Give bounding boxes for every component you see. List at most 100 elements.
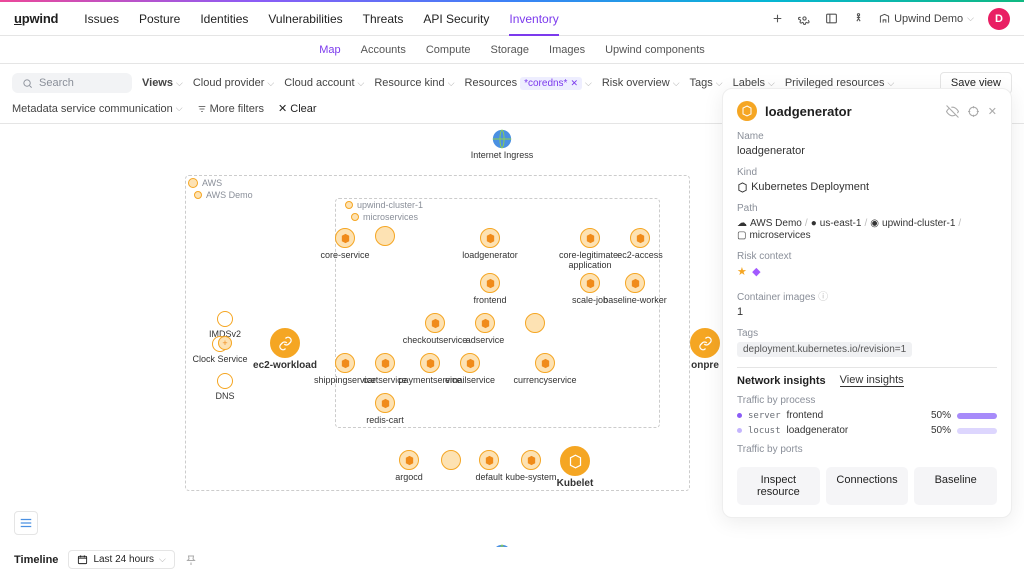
- hex-icon[interactable]: [521, 450, 541, 470]
- filter-metadata[interactable]: Metadata service communication⌵: [12, 103, 183, 115]
- label-tags: Tags: [737, 328, 997, 339]
- view-insights-link[interactable]: View insights: [840, 374, 904, 387]
- network-insights-title: Network insights: [737, 375, 826, 387]
- hex-icon[interactable]: [560, 446, 590, 476]
- node-internet-ingress[interactable]: Internet Ingress: [471, 150, 534, 160]
- plus-node-icon[interactable]: +: [218, 336, 232, 350]
- hex-icon[interactable]: [480, 273, 500, 293]
- close-icon[interactable]: ✕: [988, 105, 997, 118]
- eye-off-icon[interactable]: [946, 105, 959, 118]
- node-argocd[interactable]: argocd: [395, 472, 423, 482]
- tab-images[interactable]: Images: [549, 44, 585, 56]
- label-risk: Risk context: [737, 251, 997, 262]
- panel-title: loadgenerator: [765, 104, 938, 119]
- hex-icon[interactable]: [480, 228, 500, 248]
- node-clock-service[interactable]: Clock Service: [192, 354, 247, 364]
- tab-upwind-components[interactable]: Upwind components: [605, 44, 705, 56]
- node-ec2-workload[interactable]: ec2-workload: [253, 360, 317, 371]
- node-emailservice[interactable]: emailservice: [445, 375, 495, 385]
- hex-icon[interactable]: [525, 313, 545, 333]
- layers-button[interactable]: [14, 511, 38, 535]
- node-currencyservice[interactable]: currencyservice: [513, 375, 576, 385]
- hex-icon[interactable]: [425, 313, 445, 333]
- value-name: loadgenerator: [737, 145, 997, 157]
- hex-icon[interactable]: [335, 228, 355, 248]
- hex-icon[interactable]: [535, 353, 555, 373]
- more-filters-button[interactable]: More filters: [197, 103, 264, 115]
- tag-chip[interactable]: deployment.kubernetes.io/revision=1: [737, 342, 912, 357]
- traffic-row: locust loadgenerator 50%: [737, 425, 997, 436]
- node-onpre[interactable]: onpre: [691, 360, 719, 371]
- panel-icon[interactable]: [825, 12, 838, 25]
- filter-cloud-provider[interactable]: Cloud provider⌵: [193, 77, 274, 89]
- node-loadgenerator[interactable]: loadgenerator: [462, 250, 518, 260]
- walker-icon[interactable]: [852, 12, 865, 25]
- hex-icon[interactable]: [580, 273, 600, 293]
- node-dns[interactable]: DNS: [215, 391, 234, 401]
- search-input[interactable]: Search: [12, 73, 132, 93]
- baseline-button[interactable]: Baseline: [914, 467, 997, 505]
- resource-chip[interactable]: *coredns*✕: [520, 77, 582, 90]
- avatar[interactable]: D: [988, 8, 1010, 30]
- timeline-range-picker[interactable]: Last 24 hours ⌵: [68, 550, 174, 569]
- link-icon[interactable]: [270, 328, 300, 358]
- node-core-service[interactable]: core-service: [320, 250, 369, 260]
- filter-views[interactable]: Views⌵: [142, 77, 183, 89]
- nav-threats[interactable]: Threats: [363, 12, 404, 26]
- group-microservices[interactable]: microservices: [363, 212, 418, 222]
- filter-cloud-account[interactable]: Cloud account⌵: [284, 77, 364, 89]
- tab-storage[interactable]: Storage: [491, 44, 530, 56]
- group-cluster[interactable]: upwind-cluster-1: [357, 200, 423, 210]
- pin-icon[interactable]: [185, 554, 197, 566]
- node-redis-cart[interactable]: redis-cart: [366, 415, 404, 425]
- hex-icon[interactable]: [375, 393, 395, 413]
- filter-resources[interactable]: Resources *coredns*✕ ⌵: [465, 77, 592, 90]
- cluster-icon: [345, 201, 353, 209]
- hex-icon[interactable]: [630, 228, 650, 248]
- tab-map[interactable]: Map: [319, 44, 340, 56]
- nav-inventory[interactable]: Inventory: [509, 12, 558, 26]
- tab-compute[interactable]: Compute: [426, 44, 471, 56]
- filter-tags[interactable]: Tags⌵: [690, 77, 723, 89]
- bullet-icon: [737, 428, 742, 433]
- globe-icon: [491, 128, 513, 150]
- gear-icon[interactable]: [798, 12, 811, 25]
- node-baseline-worker[interactable]: baseline-worker: [603, 295, 667, 305]
- hex-icon[interactable]: [375, 353, 395, 373]
- label-images: Container images ⓘ: [737, 288, 997, 303]
- node-ec2-access[interactable]: ec2-access: [617, 250, 663, 260]
- top-nav: upwind Issues Posture Identities Vulnera…: [0, 2, 1024, 36]
- hex-icon[interactable]: [475, 313, 495, 333]
- nav-issues[interactable]: Issues: [84, 12, 119, 26]
- tab-accounts[interactable]: Accounts: [361, 44, 406, 56]
- traffic-ports-label: Traffic by ports: [737, 444, 997, 455]
- filter-resource-kind[interactable]: Resource kind⌵: [374, 77, 454, 89]
- traffic-row: server frontend 50%: [737, 410, 997, 421]
- connections-button[interactable]: Connections: [826, 467, 909, 505]
- chip-remove-icon[interactable]: ✕: [570, 78, 578, 89]
- bullet-icon: [737, 413, 742, 418]
- plus-icon[interactable]: [771, 12, 784, 25]
- node-frontend[interactable]: frontend: [473, 295, 506, 305]
- circle-icon[interactable]: [217, 311, 233, 327]
- label-name: Name: [737, 131, 997, 142]
- node-adservice[interactable]: adservice: [466, 335, 505, 345]
- target-icon[interactable]: [967, 105, 980, 118]
- nav-vulnerabilities[interactable]: Vulnerabilities: [268, 12, 342, 26]
- hex-icon[interactable]: [580, 228, 600, 248]
- nav-posture[interactable]: Posture: [139, 12, 180, 26]
- hex-icon[interactable]: [460, 353, 480, 373]
- nav-api-security[interactable]: API Security: [423, 12, 489, 26]
- nav-identities[interactable]: Identities: [200, 12, 248, 26]
- clear-filters-button[interactable]: ✕Clear: [278, 102, 317, 115]
- filter-risk-overview[interactable]: Risk overview⌵: [602, 77, 680, 89]
- timeline-label: Timeline: [14, 554, 58, 566]
- link-icon[interactable]: [690, 328, 720, 358]
- workspace-switcher[interactable]: Upwind Demo ⌵: [879, 13, 974, 25]
- globe-icon: [491, 543, 513, 547]
- node-kubelet[interactable]: Kubelet: [557, 478, 594, 489]
- circle-icon[interactable]: [217, 373, 233, 389]
- hex-icon[interactable]: [625, 273, 645, 293]
- inspect-resource-button[interactable]: Inspect resource: [737, 467, 820, 505]
- label-path: Path: [737, 203, 997, 214]
